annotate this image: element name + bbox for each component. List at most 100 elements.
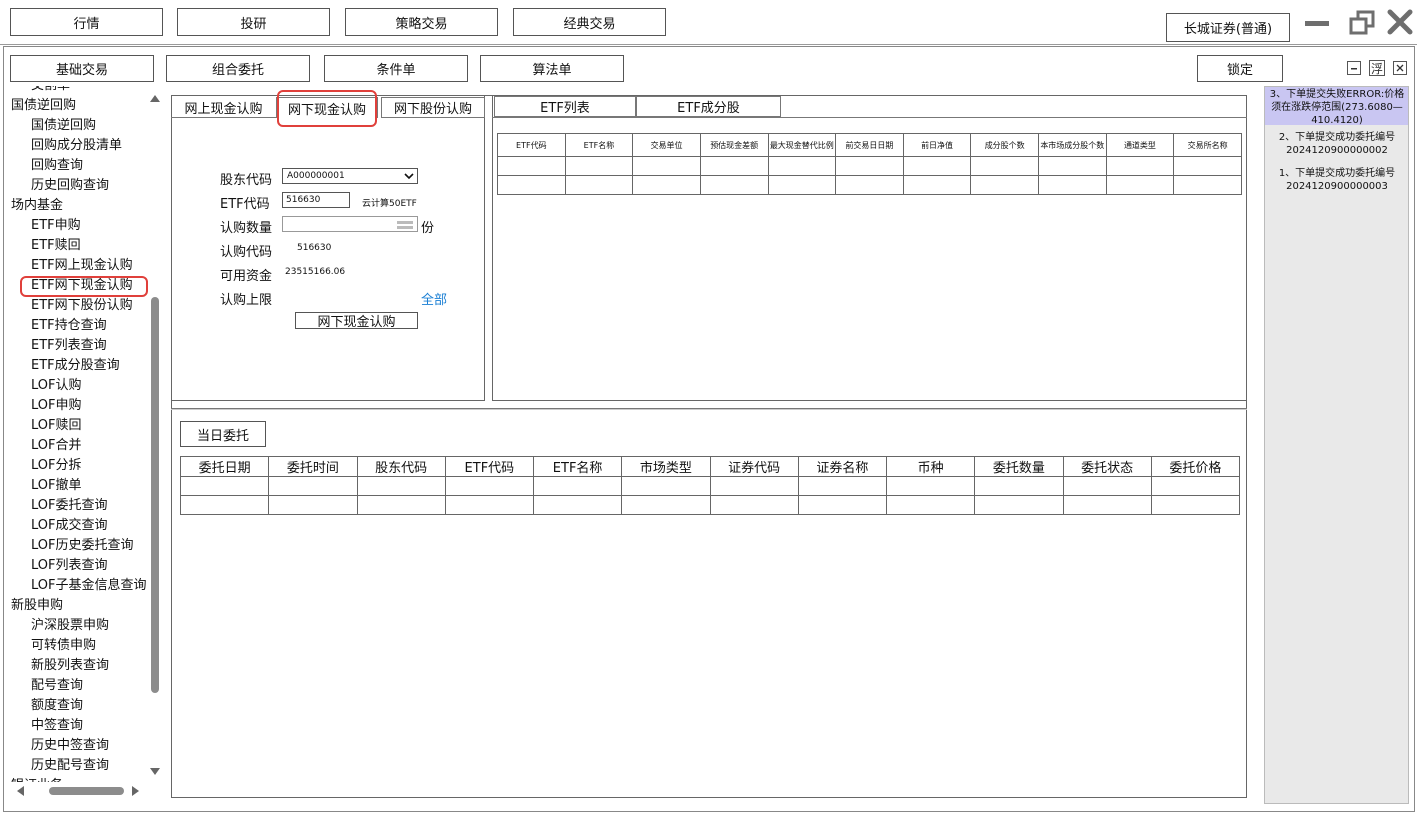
today-orders-button[interactable]: 当日委托 [180,421,266,447]
lock-button[interactable]: 锁定 [1197,55,1283,82]
column-header[interactable]: 最大现金替代比例 [767,133,837,157]
scroll-right-icon[interactable] [131,785,141,797]
sidebar-item[interactable]: 新股列表查询 [31,656,109,676]
sidebar-item[interactable]: 额度查询 [31,696,83,716]
column-header[interactable]: 证券名称 [797,456,888,477]
sidebar-hscrollbar-thumb[interactable] [49,787,124,795]
column-header[interactable]: 本市场成分股个数 [1038,133,1107,157]
column-header[interactable]: 预估现金差额 [699,133,769,157]
sidebar-item[interactable]: LOF列表查询 [31,556,108,576]
sidebar-tree[interactable]: 交割单国债逆回购国债逆回购回购成分股清单回购查询历史回购查询场内基金ETF申购E… [10,86,163,782]
tab-etf-list[interactable]: ETF列表 [494,96,636,117]
sidebar-item[interactable]: 回购查询 [31,156,83,176]
shareholder-code-select[interactable]: A000000001 [282,168,418,184]
table-row[interactable] [179,495,1241,515]
all-link[interactable]: 全部 [421,289,447,308]
panel-float-icon[interactable]: 浮 [1369,60,1385,76]
column-header[interactable]: 市场类型 [621,456,711,477]
column-header[interactable]: 币种 [885,456,976,477]
sidebar-item[interactable]: ETF成分股查询 [31,356,120,376]
panel-divider[interactable] [171,408,1247,410]
sidebar-item[interactable]: 回购成分股清单 [31,136,122,156]
column-header[interactable]: ETF代码 [444,456,535,477]
scroll-left-icon[interactable] [15,785,25,797]
tab-etf-components[interactable]: ETF成分股 [636,96,781,117]
sidebar-item[interactable]: ETF赎回 [31,236,81,256]
table-row[interactable] [497,175,1242,195]
panel-minimize-icon[interactable] [1347,61,1361,75]
column-header[interactable]: 通道类型 [1105,133,1175,157]
sidebar-group[interactable]: 国债逆回购 [11,96,76,116]
minimize-icon[interactable] [1304,14,1330,32]
tab-algo-order[interactable]: 算法单 [480,55,624,82]
menu-strategy-trading-button[interactable]: 策略交易 [345,8,498,36]
column-header[interactable]: ETF名称 [564,133,634,157]
table-row[interactable] [497,156,1242,176]
sidebar-item[interactable]: LOF历史委托查询 [31,536,134,556]
column-header[interactable]: ETF代码 [497,133,566,157]
column-header[interactable]: 证券代码 [709,456,799,477]
column-header[interactable]: 前交易日日期 [835,133,904,157]
sidebar-item[interactable]: 中签查询 [31,716,83,736]
message-error[interactable]: 3、下单提交失败ERROR:价格须在涨跌停范围(273.6080—410.412… [1267,88,1407,127]
restore-icon[interactable] [1349,10,1377,36]
tab-portfolio-order[interactable]: 组合委托 [166,55,310,82]
broker-account-button[interactable]: 长城证券(普通) [1166,13,1290,42]
quantity-input[interactable] [282,216,418,232]
tab-online-cash-subscription[interactable]: 网上现金认购 [175,97,272,118]
message-success-2[interactable]: 2、下单提交成功委托编号2024120900000002 [1267,131,1407,157]
sidebar-item[interactable]: LOF成交查询 [31,516,108,536]
sidebar-item[interactable]: ETF网上现金认购 [31,256,133,276]
sidebar-item[interactable]: 交割单 [31,86,70,96]
sidebar-item[interactable]: ETF申购 [31,216,81,236]
sidebar-scrollbar-thumb[interactable] [151,297,159,693]
column-header[interactable]: 成分股个数 [970,133,1039,157]
sidebar-item[interactable]: 国债逆回购 [31,116,96,136]
sidebar-item[interactable]: 历史中签查询 [31,736,109,756]
sidebar-item[interactable]: LOF子基金信息查询 [31,576,147,596]
column-header[interactable]: 股东代码 [356,456,446,477]
sidebar-item[interactable]: 沪深股票申购 [31,616,109,636]
sidebar-item[interactable]: 历史回购查询 [31,176,109,196]
panel-close-icon[interactable] [1393,61,1407,75]
close-icon[interactable] [1386,8,1414,36]
sidebar-item[interactable]: LOF委托查询 [31,496,108,516]
column-header[interactable]: 委托数量 [974,456,1064,477]
menu-research-button[interactable]: 投研 [177,8,330,36]
sidebar-group[interactable]: 场内基金 [11,196,63,216]
sidebar-item[interactable]: 配号查询 [31,676,83,696]
tab-offline-stock-subscription[interactable]: 网下股份认购 [381,97,485,118]
etf-code-input[interactable]: 516630 [282,192,350,208]
column-header[interactable]: 委托时间 [268,456,358,477]
column-header[interactable]: 委托日期 [179,456,270,477]
menu-classic-trading-button[interactable]: 经典交易 [513,8,666,36]
sidebar-item[interactable]: LOF赎回 [31,416,82,436]
sidebar-item[interactable]: ETF列表查询 [31,336,107,356]
column-header[interactable]: 交易单位 [632,133,701,157]
offline-cash-subscribe-button[interactable]: 网下现金认购 [295,312,418,330]
sidebar-item[interactable]: LOF认购 [31,376,82,396]
sidebar-item[interactable]: LOF撤单 [31,476,82,496]
sidebar-item[interactable]: LOF分拆 [31,456,82,476]
sidebar-item[interactable]: 可转债申购 [31,636,96,656]
scroll-down-icon[interactable] [149,766,161,776]
sidebar-group[interactable]: 新股申购 [11,596,63,616]
sidebar-item[interactable]: 历史配号查询 [31,756,109,776]
tab-basic-trading[interactable]: 基础交易 [10,55,154,82]
column-header[interactable]: 委托价格 [1150,456,1241,477]
column-header[interactable]: 交易所名称 [1173,133,1242,157]
message-success-1[interactable]: 1、下单提交成功委托编号2024120900000003 [1267,167,1407,193]
tab-conditional-order[interactable]: 条件单 [324,55,468,82]
menu-quotes-button[interactable]: 行情 [10,8,163,36]
quantity-stepper[interactable] [395,219,415,229]
column-header[interactable]: 委托状态 [1062,456,1152,477]
table-row[interactable] [179,476,1241,496]
scroll-up-icon[interactable] [149,92,161,102]
sidebar-item[interactable]: ETF持仓查询 [31,316,107,336]
sidebar-item[interactable]: ETF网下股份认购 [31,296,133,316]
sidebar-item[interactable]: LOF申购 [31,396,82,416]
column-header[interactable]: ETF名称 [532,456,623,477]
sidebar-item[interactable]: LOF合并 [31,436,82,456]
column-header[interactable]: 前日净值 [902,133,972,157]
sidebar-group[interactable]: 银证业务 [11,776,63,782]
